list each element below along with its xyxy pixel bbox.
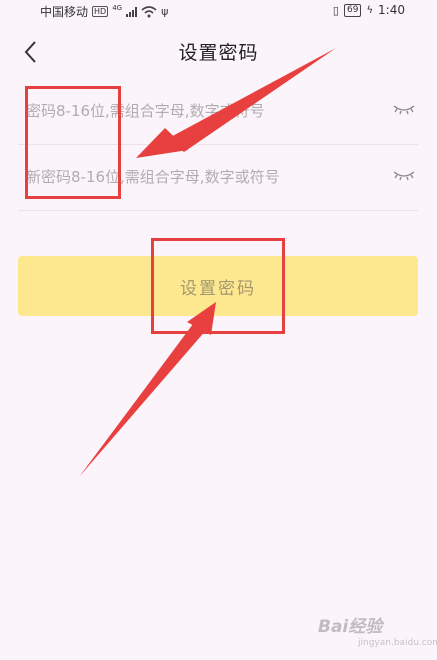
new-password-field-row xyxy=(18,144,418,211)
watermark-sub: jingyan.baidu.com xyxy=(358,638,437,648)
password-input[interactable] xyxy=(26,78,366,144)
new-password-input[interactable] xyxy=(26,144,366,210)
usb-icon: ψ xyxy=(161,5,169,18)
carrier-label: 中国移动 xyxy=(40,5,89,19)
set-password-button[interactable]: 设置密码 xyxy=(18,256,418,316)
hd-badge: HD xyxy=(92,6,109,17)
signal-icon xyxy=(126,6,138,17)
eye-closed-icon[interactable] xyxy=(392,101,416,117)
page-title: 设置密码 xyxy=(178,42,259,64)
clock: 1:40 xyxy=(378,3,405,17)
password-field-row xyxy=(18,78,418,145)
status-left: 中国移动 HD 4G ψ xyxy=(40,3,168,20)
header: 设置密码 xyxy=(0,22,437,82)
watermark: Bai经验 xyxy=(318,617,383,637)
wifi-icon xyxy=(141,5,157,17)
battery-icon: 69 xyxy=(343,3,362,17)
charging-icon: ϟ xyxy=(366,4,374,16)
status-right: ▯ 69 ϟ 1:40 xyxy=(333,3,405,17)
arrow-to-button xyxy=(79,320,207,477)
network-type: 4G xyxy=(112,3,123,12)
eye-closed-icon[interactable] xyxy=(392,167,416,183)
vibrate-icon: ▯ xyxy=(332,3,339,17)
status-bar: 中国移动 HD 4G ψ ▯ 69 ϟ 1:40 xyxy=(0,0,437,22)
